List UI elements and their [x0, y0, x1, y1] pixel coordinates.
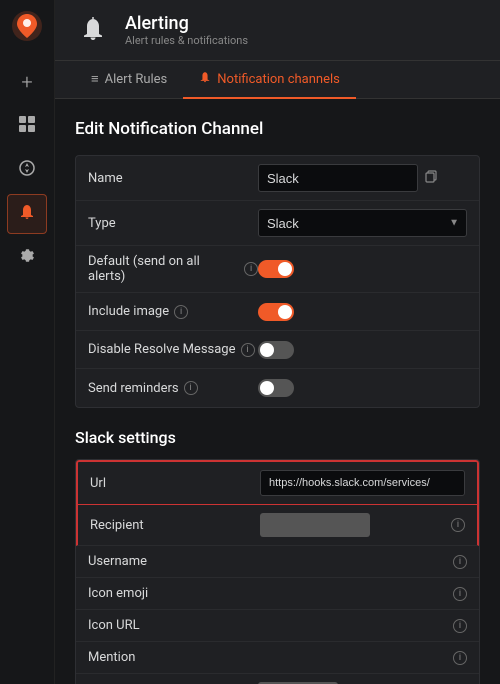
sidebar: +: [0, 0, 55, 684]
gear-icon: [18, 247, 36, 270]
name-field-row: Name: [76, 156, 479, 201]
send-reminders-label: Send reminders i: [88, 381, 258, 396]
default-value: [258, 260, 467, 278]
default-toggle[interactable]: [258, 260, 294, 278]
mention-value: i: [258, 651, 467, 665]
default-info-icon[interactable]: i: [244, 262, 258, 276]
content-area: Edit Notification Channel Name: [55, 99, 500, 684]
page-title: Alerting: [125, 13, 248, 34]
send-reminders-toggle[interactable]: [258, 379, 294, 397]
username-value: i: [258, 555, 467, 569]
default-label: Default (send on all alerts) i: [88, 254, 258, 284]
disable-resolve-value: [258, 341, 467, 359]
header-bell-icon: [75, 12, 111, 48]
tab-notification-channels[interactable]: Notification channels: [183, 61, 356, 99]
tab-bar: ≡ Alert Rules Notification channels: [55, 61, 500, 99]
include-image-label: Include image i: [88, 304, 258, 319]
send-reminders-toggle-knob: [260, 381, 274, 395]
icon-url-value: i: [258, 619, 467, 633]
type-value: Slack ▼: [258, 209, 467, 237]
name-input[interactable]: [258, 164, 418, 192]
edit-section-title: Edit Notification Channel: [75, 119, 480, 139]
username-label: Username: [88, 554, 258, 569]
url-value: [260, 470, 465, 496]
recipient-label: Recipient: [90, 518, 260, 533]
disable-resolve-toggle[interactable]: [258, 341, 294, 359]
icon-emoji-value: i: [258, 587, 467, 601]
type-select[interactable]: Slack: [258, 209, 467, 237]
slack-form: Url Recipient i Username: [75, 459, 480, 684]
icon-url-label: Icon URL: [88, 618, 258, 633]
icon-url-info-icon[interactable]: i: [453, 619, 467, 633]
icon-url-field-row: Icon URL i: [76, 610, 479, 642]
url-field-row: Url: [76, 460, 479, 505]
recipient-value: i: [260, 513, 465, 537]
recipient-info-icon[interactable]: i: [451, 518, 465, 532]
send-reminders-info-icon[interactable]: i: [184, 381, 198, 395]
sidebar-item-dashboard[interactable]: [7, 106, 47, 146]
tab-alert-rules[interactable]: ≡ Alert Rules: [75, 61, 183, 99]
page-header: Alerting Alert rules & notifications: [55, 0, 500, 61]
icon-emoji-label: Icon emoji: [88, 586, 258, 601]
include-image-toggle[interactable]: [258, 303, 294, 321]
type-label: Type: [88, 216, 258, 231]
list-icon: ≡: [91, 71, 99, 87]
sidebar-item-explore[interactable]: [7, 150, 47, 190]
include-image-toggle-knob: [278, 305, 292, 319]
name-label: Name: [88, 171, 258, 186]
tab-alert-rules-label: Alert Rules: [105, 72, 168, 87]
url-input[interactable]: [260, 470, 465, 496]
default-field-row: Default (send on all alerts) i: [76, 246, 479, 293]
disable-resolve-field-row: Disable Resolve Message i: [76, 331, 479, 369]
recipient-field-row: Recipient i: [76, 505, 479, 546]
send-reminders-field-row: Send reminders i: [76, 369, 479, 407]
disable-resolve-label: Disable Resolve Message i: [88, 342, 258, 357]
username-info-icon[interactable]: i: [453, 555, 467, 569]
edit-form: Name Type: [75, 155, 480, 408]
username-field-row: Username i: [76, 546, 479, 578]
header-text: Alerting Alert rules & notifications: [125, 13, 248, 47]
icon-emoji-field-row: Icon emoji i: [76, 578, 479, 610]
bell-icon: [18, 203, 36, 226]
sidebar-item-add[interactable]: +: [7, 62, 47, 102]
copy-icon[interactable]: [424, 169, 438, 187]
sidebar-item-settings[interactable]: [7, 238, 47, 278]
type-field-row: Type Slack ▼: [76, 201, 479, 246]
dashboard-icon: [18, 115, 36, 138]
type-select-wrapper: Slack ▼: [258, 209, 467, 237]
plus-icon: +: [21, 70, 32, 94]
sidebar-item-alerting[interactable]: [7, 194, 47, 234]
token-field-row: Token: [76, 674, 479, 684]
default-toggle-knob: [278, 262, 292, 276]
bell-tab-icon: [199, 71, 211, 87]
main-content: Alerting Alert rules & notifications ≡ A…: [55, 0, 500, 684]
include-image-value: [258, 303, 467, 321]
compass-icon: [18, 159, 36, 182]
disable-resolve-toggle-knob: [260, 343, 274, 357]
app-logo[interactable]: [11, 10, 43, 42]
include-image-field-row: Include image i: [76, 293, 479, 331]
send-reminders-value: [258, 379, 467, 397]
tab-notification-channels-label: Notification channels: [217, 72, 340, 87]
disable-resolve-info-icon[interactable]: i: [241, 343, 255, 357]
icon-emoji-info-icon[interactable]: i: [453, 587, 467, 601]
name-value: [258, 164, 467, 192]
url-label: Url: [90, 476, 260, 491]
slack-section-title: Slack settings: [75, 428, 480, 447]
page-subtitle: Alert rules & notifications: [125, 34, 248, 47]
mention-label: Mention: [88, 650, 258, 665]
recipient-input[interactable]: [260, 513, 370, 537]
mention-field-row: Mention i: [76, 642, 479, 674]
mention-info-icon[interactable]: i: [453, 651, 467, 665]
include-image-info-icon[interactable]: i: [174, 305, 188, 319]
